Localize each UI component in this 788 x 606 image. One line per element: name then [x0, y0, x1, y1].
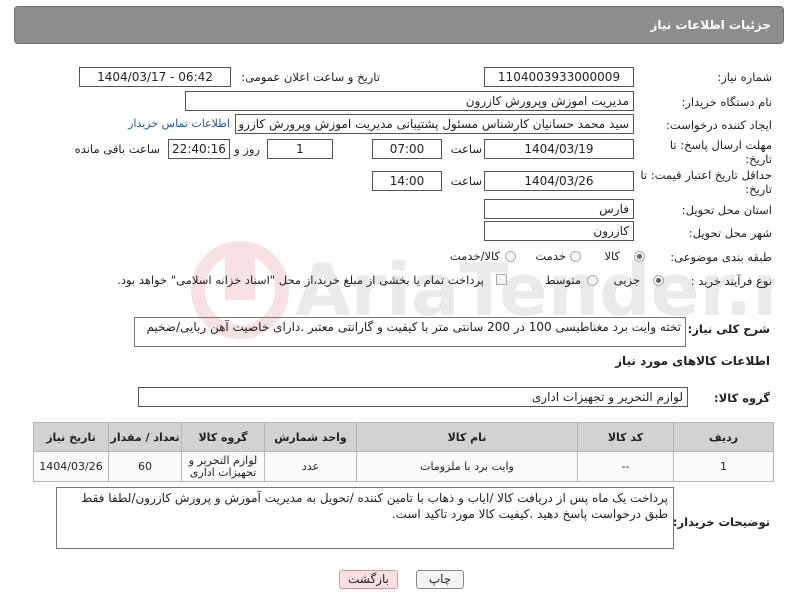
col-date: تاریخ نیاز [33, 422, 109, 452]
process-radio-medium[interactable] [587, 275, 598, 286]
reply-time-field: 07:00 [372, 139, 442, 159]
cell-group-line2: تجهیزات اداری [189, 465, 257, 479]
announce-field: 1404/03/17 - 06:42 [79, 67, 231, 87]
reply-time-label: ساعت [450, 142, 482, 156]
category-option-both: کالا/خدمت [449, 249, 500, 263]
cell-qty: 60 [108, 451, 182, 482]
cell-date: 1404/03/26 [33, 451, 109, 482]
col-unit: واحد شمارش [264, 422, 357, 452]
items-table: تاریخ نیاز تعداد / مقدار گروه کالا واحد … [33, 422, 774, 482]
goods-section-title: اطلاعات کالاهای مورد نیاز [615, 354, 770, 368]
col-row: ردیف [673, 422, 774, 452]
back-button[interactable]: بازگشت [339, 570, 398, 589]
buyer-org-field: مدیریت اموزش وپرورش کازرون [185, 91, 634, 111]
col-code: کد کالا [577, 422, 674, 452]
cell-group: لوازم التحریر و تجهیزات اداری [181, 451, 265, 482]
category-label: طبقه بندی موضوعی: [670, 250, 772, 264]
reply-deadline-label: مهلت ارسال پاسخ: تا تاریخ: [669, 138, 772, 166]
cell-code: -- [577, 451, 674, 482]
goods-group-field: لوازم التحریر و تجهیزات اداری [138, 387, 688, 407]
category-radio-goods[interactable] [634, 251, 645, 262]
header-panel: جزئیات اطلاعات نیاز [14, 6, 784, 44]
goods-group-label: گروه کالا: [714, 391, 770, 405]
buyer-notes-label: توضیحات خریدار: [672, 515, 770, 529]
category-radio-both[interactable] [505, 251, 516, 262]
print-button[interactable]: چاپ [416, 570, 464, 589]
reply-date-field: 1404/03/19 [484, 139, 634, 159]
price-validity-label: حداقل تاریخ اعتبار قیمت: تا تاریخ: [640, 168, 772, 196]
cell-group-line1: لوازم التحریر و [188, 453, 258, 467]
need-number-label: شماره نیاز: [717, 70, 772, 84]
cell-unit: عدد [264, 451, 357, 482]
days-field: 1 [267, 139, 333, 159]
process-label: نوع فرآیند خرید : [690, 274, 772, 288]
creator-field: سید محمد حسانیان کارشناس مسئول پشتیبانی … [235, 114, 634, 134]
col-qty: تعداد / مقدار [108, 422, 182, 452]
category-option-service: خدمت [535, 249, 566, 263]
treasury-checkbox[interactable] [496, 274, 507, 285]
process-option-minor: جزیی [613, 273, 640, 287]
days-label: روز و [234, 142, 260, 156]
buyer-contact-link[interactable]: اطلاعات تماس خریدار [128, 117, 230, 130]
description-field: تخته وایت برد مغناطیسی 100 در 200 سانتی … [134, 317, 686, 347]
payment-note: پرداخت تمام یا بخشی از مبلغ خرید،از محل … [117, 273, 484, 287]
col-name: نام کالا [356, 422, 578, 452]
announce-label: تاریخ و ساعت اعلان عمومی: [241, 70, 380, 84]
description-label: شرح کلی نیاز: [687, 322, 770, 336]
need-number-field: 1104003933000009 [484, 67, 634, 87]
cell-row: 1 [673, 451, 774, 482]
cell-name: وایت برد با ملزومات [356, 451, 578, 482]
table-row: 1404/03/26 60 لوازم التحریر و تجهیزات ادا… [33, 451, 774, 482]
remaining-time-field: 22:40:16 [168, 139, 230, 159]
creator-label: ایجاد کننده درخواست: [666, 118, 772, 132]
col-group: گروه کالا [181, 422, 265, 452]
process-radio-minor[interactable] [653, 275, 664, 286]
price-date-field: 1404/03/26 [484, 171, 634, 191]
category-radio-service[interactable] [570, 251, 581, 262]
remaining-label: ساعت باقی مانده [74, 142, 160, 156]
buyer-org-label: نام دستگاه خریدار: [681, 95, 772, 109]
page-title: جزئیات اطلاعات نیاز [650, 18, 771, 32]
category-option-goods: کالا [604, 249, 620, 263]
city-field: کازرون [484, 221, 634, 241]
price-time-label: ساعت [450, 174, 482, 188]
province-label: استان محل تحویل: [681, 203, 772, 217]
province-field: فارس [484, 199, 634, 219]
price-time-field: 14:00 [372, 171, 442, 191]
city-label: شهر محل تحویل: [688, 226, 772, 240]
buyer-notes-field: پرداخت یک ماه پس از دریافت کالا /ایاب و … [56, 487, 674, 549]
process-option-medium: متوسط [544, 273, 581, 287]
